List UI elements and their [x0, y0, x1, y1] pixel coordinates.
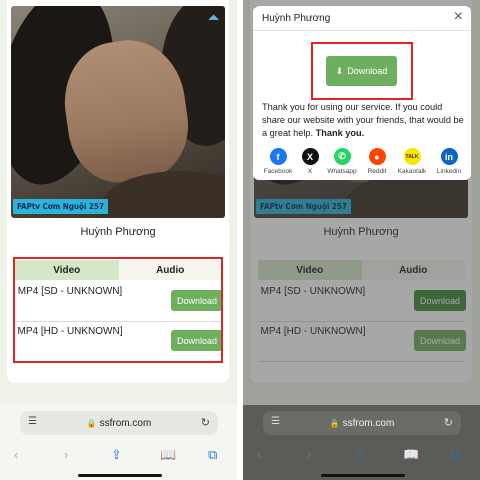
video-author: Huỳnh Phương: [80, 226, 156, 238]
forward-icon[interactable]: ›: [307, 447, 311, 462]
message-bold: Thank you.: [315, 128, 365, 138]
reader-icon[interactable]: ☰: [271, 416, 280, 427]
share-icon[interactable]: ⇪: [111, 447, 122, 463]
share-label: Linkedin: [436, 168, 462, 175]
share-reddit[interactable]: ● Reddit: [357, 148, 397, 175]
home-indicator: [78, 474, 162, 477]
divider: [253, 30, 471, 31]
tabs-icon[interactable]: ⧉: [208, 447, 217, 463]
video-thumbnail[interactable]: ◢◣ FAPtv Cơm Nguội 257: [11, 6, 225, 218]
share-whatsapp[interactable]: ✆ Whatsapp: [322, 148, 362, 175]
close-icon[interactable]: ×: [454, 8, 463, 26]
share-linkedin[interactable]: in Linkedin: [429, 148, 469, 175]
back-icon[interactable]: ‹: [257, 447, 261, 462]
modal-title: Huỳnh Phương: [262, 13, 331, 24]
address-bar[interactable]: ☰ 🔒 ssfrom.com ↻: [20, 411, 218, 435]
address-bar[interactable]: ☰ 🔒 ssfrom.com ↻: [263, 411, 461, 435]
home-indicator: [321, 474, 405, 477]
reload-icon[interactable]: ↻: [201, 416, 210, 429]
reader-icon[interactable]: ☰: [28, 416, 37, 427]
browser-toolbar: ☰ 🔒 ssfrom.com ↻ ‹ › ⇪ 📖 ⧉: [0, 405, 237, 480]
share-label: Reddit: [367, 168, 387, 175]
back-icon[interactable]: ‹: [14, 447, 18, 462]
url-text: ssfrom.com: [99, 417, 152, 429]
url-text: ssfrom.com: [342, 417, 395, 429]
highlight-box: [311, 42, 413, 100]
thumbnail-caption: FAPtv Cơm Nguội 257: [13, 199, 108, 214]
bookmarks-icon[interactable]: 📖: [403, 447, 419, 463]
thank-you-message: Thank you for using our service. If you …: [262, 101, 467, 140]
facebook-icon: f: [269, 148, 287, 165]
forward-icon[interactable]: ›: [64, 447, 68, 462]
right-screenshot: FAPtv Cơm Nguội 257 Huỳnh Phương Video A…: [243, 0, 480, 480]
share-label: Kakaotalk: [397, 168, 427, 175]
share-label: Whatsapp: [327, 168, 357, 175]
browser-toolbar: ☰ 🔒 ssfrom.com ↻ ‹ › ⇪ 📖 ⧉: [243, 405, 480, 480]
share-icon[interactable]: ⇪: [354, 447, 365, 463]
kakaotalk-icon: TALK: [403, 148, 421, 165]
x-icon: X: [301, 148, 319, 165]
lock-icon: 🔒: [86, 418, 97, 428]
bookmarks-icon[interactable]: 📖: [160, 447, 176, 463]
reddit-icon: ●: [368, 148, 386, 165]
whatsapp-icon: ✆: [333, 148, 351, 165]
tabs-icon[interactable]: ⧉: [451, 447, 460, 463]
highlight-box: [13, 257, 223, 363]
linkedin-icon: in: [440, 148, 458, 165]
left-screenshot: ◢◣ FAPtv Cơm Nguội 257 Huỳnh Phương Vide…: [0, 0, 237, 480]
watermark-icon: ◢◣: [208, 14, 219, 21]
share-kakaotalk[interactable]: TALK Kakaotalk: [392, 148, 432, 175]
lock-icon: 🔒: [329, 418, 340, 428]
reload-icon[interactable]: ↻: [444, 416, 453, 429]
